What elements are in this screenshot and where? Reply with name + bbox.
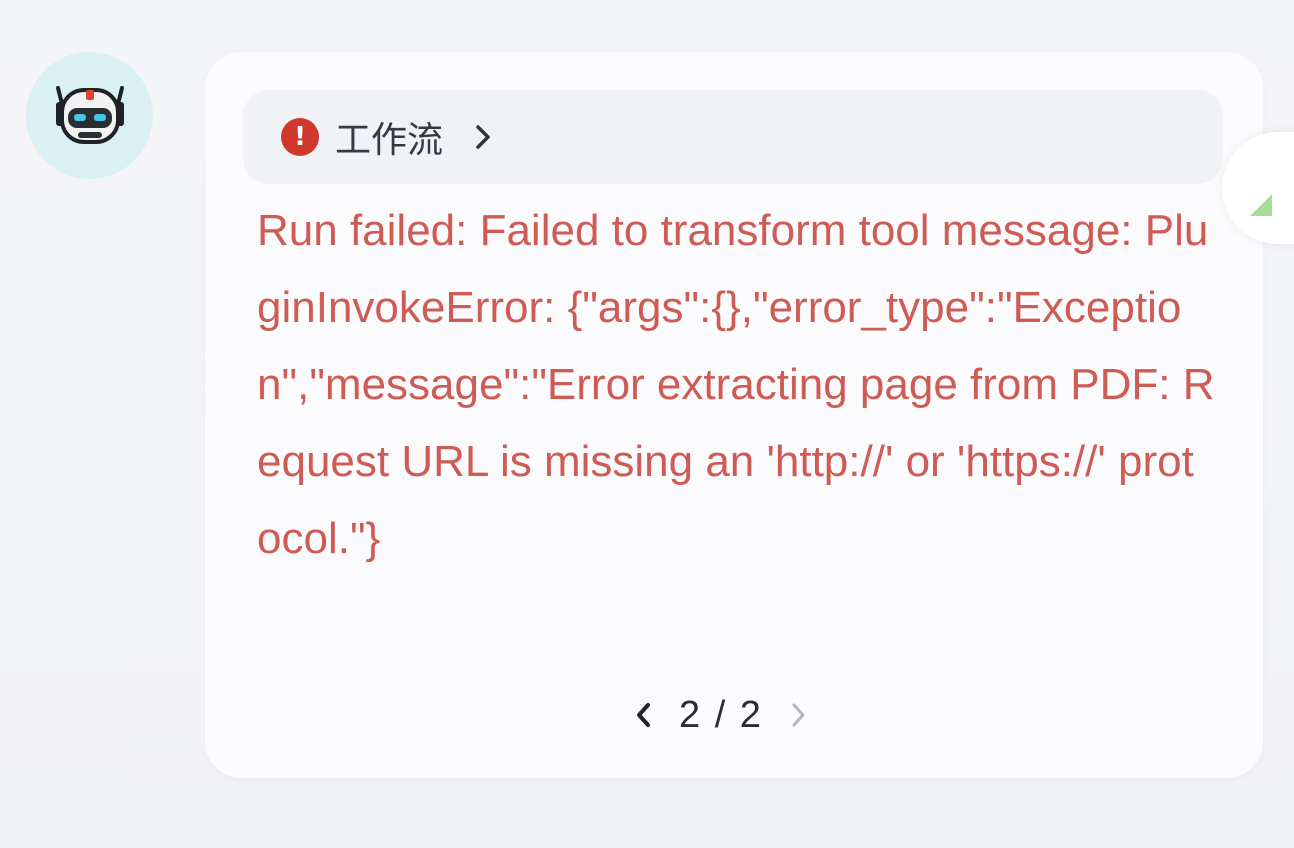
robot-icon (55, 85, 124, 144)
pagination: 2 / 2 (629, 690, 813, 740)
chat-canvas: ! 工作流 Run failed: Failed to transform to… (0, 0, 1294, 848)
page-indicator: 2 / 2 (679, 693, 763, 736)
triangle-marker-icon (1250, 194, 1272, 216)
workflow-status-bar[interactable]: ! 工作流 (243, 90, 1223, 184)
workflow-label: 工作流 (335, 120, 444, 161)
error-message: Run failed: Failed to transform tool mes… (257, 206, 1215, 563)
message-bubble: ! 工作流 Run failed: Failed to transform to… (205, 52, 1263, 778)
chevron-left-icon[interactable] (629, 693, 659, 737)
chevron-right-icon[interactable] (469, 123, 497, 151)
bot-avatar (26, 52, 153, 179)
error-icon: ! (281, 118, 319, 156)
chevron-right-icon[interactable] (783, 693, 813, 737)
